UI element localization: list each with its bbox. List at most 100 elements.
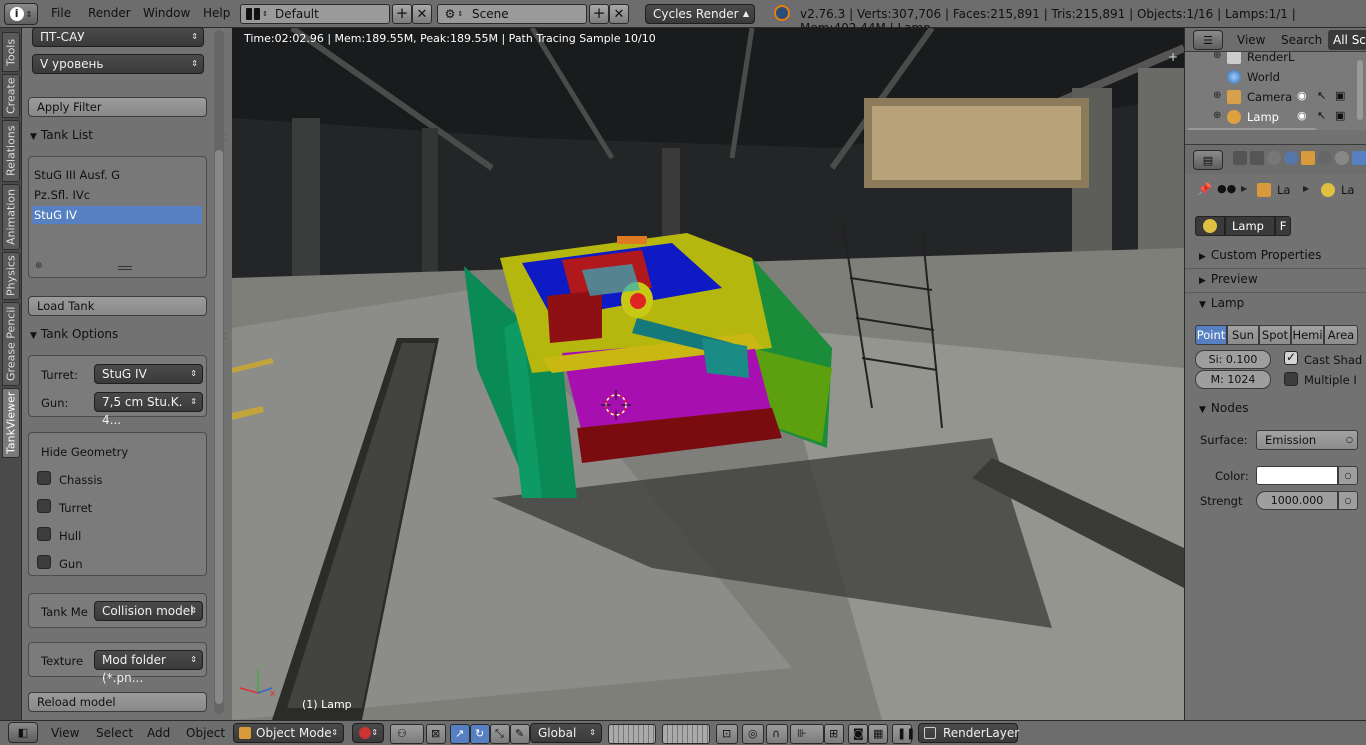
cast-shadow-checkbox[interactable]: ✓: [1284, 350, 1298, 365]
color-swatch[interactable]: [1256, 466, 1338, 485]
fake-user-button[interactable]: F: [1275, 216, 1291, 236]
outliner-hscroll[interactable]: [1187, 128, 1317, 130]
menu-render[interactable]: Render: [88, 6, 131, 20]
tab-relations[interactable]: Relations: [2, 120, 20, 182]
outliner-display-mode[interactable]: All Sc: [1328, 30, 1366, 50]
lamp-data-tab-icon[interactable]: [1352, 151, 1366, 165]
size-field[interactable]: Si: 0.100: [1195, 350, 1271, 369]
translate-manipulator[interactable]: ↗: [450, 724, 470, 744]
menu-view[interactable]: View: [51, 726, 79, 740]
layers-tab-icon[interactable]: [1250, 151, 1264, 165]
screen-layout-field[interactable]: ⇕ Default: [240, 4, 390, 24]
tab-animation[interactable]: Animation: [2, 184, 20, 250]
outliner-editor-button[interactable]: ☰: [1193, 30, 1223, 50]
tab-physics[interactable]: Physics: [2, 252, 20, 300]
snap-toggle[interactable]: ∩: [766, 724, 788, 744]
transform-orientation-select[interactable]: Global ⇕: [530, 723, 602, 743]
link-tab-icon[interactable]: [1335, 151, 1349, 165]
proportional-edit-button[interactable]: ◎: [742, 724, 764, 744]
list-item[interactable]: StuG III Ausf. G: [34, 168, 120, 182]
lamp-type-area[interactable]: Area: [1324, 325, 1358, 345]
eye-icon[interactable]: ◉: [1297, 109, 1307, 122]
resize-dot-icon[interactable]: ⊕: [35, 261, 43, 271]
lamp-name-field[interactable]: Lamp: [1225, 216, 1275, 236]
menu-select[interactable]: Select: [96, 726, 133, 740]
scene-layers-1[interactable]: [608, 724, 656, 744]
outliner-menu-view[interactable]: View: [1237, 33, 1265, 47]
render-camera-icon[interactable]: ▣: [1335, 89, 1345, 102]
lamp-datablock-browse[interactable]: [1195, 216, 1225, 236]
tab-grease-pencil[interactable]: Grease Pencil: [2, 302, 20, 386]
turret-select[interactable]: StuG IV ⇕: [94, 364, 203, 384]
add-scene-button[interactable]: +: [589, 4, 609, 24]
render-tab-icon[interactable]: [1233, 151, 1247, 165]
world-tab-icon[interactable]: [1284, 151, 1298, 165]
custom-manipulator[interactable]: ✎: [510, 724, 530, 744]
outliner-vscroll[interactable]: [1357, 60, 1363, 120]
viewport-shading-select[interactable]: ⇕: [352, 723, 384, 743]
opengl-animation-button[interactable]: ▦: [868, 724, 888, 744]
gun-select[interactable]: 7,5 cm Stu.K. 4... ⇕: [94, 392, 203, 427]
eye-icon[interactable]: ◉: [1297, 89, 1307, 102]
lamp-panel-header[interactable]: ▼ Lamp: [1199, 296, 1244, 310]
rotate-manipulator[interactable]: ↻: [470, 724, 490, 744]
preview-header[interactable]: ▶ Preview: [1199, 272, 1258, 286]
add-screen-button[interactable]: +: [392, 4, 412, 24]
hull-checkbox[interactable]: [37, 527, 51, 541]
reload-model-button[interactable]: Reload model: [28, 692, 207, 712]
lamp-type-hemi[interactable]: Hemi: [1291, 325, 1324, 345]
menu-window[interactable]: Window: [143, 6, 190, 20]
strength-link-button[interactable]: ○: [1338, 491, 1358, 510]
object-mode-select[interactable]: Object Mode ⇕: [233, 723, 344, 743]
toolbox-scroll-thumb[interactable]: [215, 150, 223, 704]
opengl-render-button[interactable]: ◙: [848, 724, 868, 744]
outliner-menu-search[interactable]: Search: [1281, 33, 1322, 47]
scene-tab-icon[interactable]: [1267, 151, 1281, 165]
load-tank-button[interactable]: Load Tank: [28, 296, 207, 316]
expand-icon[interactable]: ⊕: [1213, 90, 1221, 101]
lamp-type-point[interactable]: Point: [1195, 325, 1227, 345]
tank-model-select[interactable]: Collision model ⇕: [94, 601, 203, 621]
list-item[interactable]: Pz.Sfl. IVc: [34, 188, 90, 202]
constraints-tab-icon[interactable]: [1318, 151, 1332, 165]
snap-target-button[interactable]: ⊞: [824, 724, 844, 744]
color-link-button[interactable]: ○: [1338, 466, 1358, 485]
render-engine-select[interactable]: Cycles Render ▲: [645, 4, 755, 24]
menu-help[interactable]: Help: [203, 6, 230, 20]
snap-element-select[interactable]: ⊪: [790, 724, 824, 744]
tab-create[interactable]: Create: [2, 74, 20, 118]
tab-tools[interactable]: Tools: [2, 32, 20, 72]
list-item-selected[interactable]: StuG IV: [32, 206, 202, 224]
texture-select[interactable]: Mod folder (*.pn... ⇕: [94, 650, 203, 685]
surface-shader-select[interactable]: Emission ○: [1256, 430, 1358, 450]
tank-class-select[interactable]: ПТ-САУ ⇕: [32, 27, 204, 47]
scene-field[interactable]: ⚙ ⇕ Scene: [437, 4, 587, 24]
tank-list-header[interactable]: ▼ Tank List: [30, 128, 93, 142]
resize-handle-icon[interactable]: [118, 266, 132, 270]
max-bounces-field[interactable]: M: 1024: [1195, 370, 1271, 389]
plus-icon[interactable]: +: [1168, 50, 1178, 64]
editor-type-button[interactable]: i ⇕: [4, 3, 38, 25]
chassis-checkbox[interactable]: [37, 471, 51, 485]
pin-icon[interactable]: 📌: [1197, 182, 1212, 196]
scene-layers-2[interactable]: [662, 724, 710, 744]
custom-properties-header[interactable]: ▶ Custom Properties: [1199, 248, 1321, 262]
properties-editor-button[interactable]: ▤: [1193, 150, 1223, 170]
lamp-type-spot[interactable]: Spot: [1259, 325, 1291, 345]
tank-tier-select[interactable]: V уровень ⇕: [32, 54, 204, 74]
expand-icon[interactable]: ⊕: [1213, 110, 1221, 121]
remove-scene-button[interactable]: ✕: [609, 4, 629, 24]
viewport-editor-button[interactable]: ◧: [8, 722, 38, 743]
scale-manipulator[interactable]: ⤡: [490, 724, 510, 744]
strength-field[interactable]: 1000.000: [1256, 491, 1338, 510]
outliner-row[interactable]: ⊕ Camera ◉ ↖ ▣: [1185, 87, 1366, 107]
outliner-row[interactable]: ⊕ RenderL: [1185, 52, 1366, 67]
render-layer-select[interactable]: RenderLayer: [918, 723, 1019, 743]
pause-render-button[interactable]: ❚❚: [892, 724, 915, 744]
gun-checkbox[interactable]: [37, 555, 51, 569]
viewport-3d[interactable]: z x Time:02:02.96 | Mem:189.55M, Peak:18…: [232, 28, 1184, 720]
render-camera-icon[interactable]: ▣: [1335, 109, 1345, 122]
cursor-select-icon[interactable]: ↖: [1317, 109, 1326, 122]
cursor-select-icon[interactable]: ↖: [1317, 89, 1326, 102]
outliner-row[interactable]: ⊕ Lamp ◉ ↖ ▣: [1185, 107, 1366, 127]
